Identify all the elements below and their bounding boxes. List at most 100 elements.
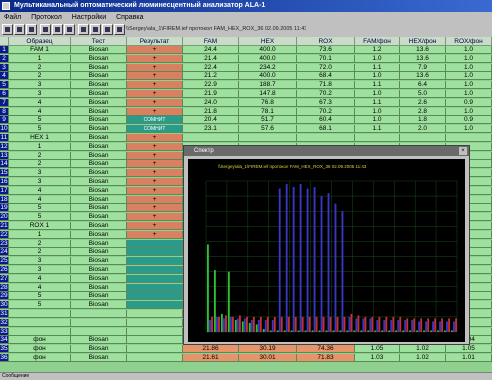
table-cell[interactable] bbox=[71, 327, 127, 336]
table-cell[interactable]: 1.02 bbox=[400, 354, 446, 362]
table-cell[interactable]: 2 bbox=[9, 72, 71, 81]
table-cell[interactable]: 20 bbox=[0, 213, 9, 222]
table-cell[interactable]: 21 bbox=[0, 222, 9, 230]
table-cell[interactable]: 1.0 bbox=[355, 116, 400, 125]
table-cell[interactable]: 17 bbox=[0, 186, 9, 195]
table-cell[interactable]: 400.0 bbox=[239, 46, 297, 54]
table-cell[interactable] bbox=[127, 239, 183, 248]
table-cell[interactable]: 1.0 bbox=[446, 107, 492, 116]
table-cell[interactable]: + bbox=[127, 98, 183, 107]
table-cell[interactable]: 4 bbox=[0, 72, 9, 81]
table-cell[interactable]: 74.36 bbox=[297, 345, 355, 354]
table-cell[interactable]: 22.9 bbox=[183, 81, 239, 90]
table-cell[interactable]: Biosan bbox=[71, 54, 127, 63]
table-cell[interactable]: + bbox=[127, 107, 183, 116]
table-cell[interactable]: + bbox=[127, 72, 183, 81]
table-cell[interactable]: 1.05 bbox=[355, 345, 400, 354]
table-cell[interactable]: 6.4 bbox=[400, 81, 446, 90]
table-cell[interactable]: Biosan bbox=[71, 90, 127, 98]
table-cell[interactable] bbox=[71, 310, 127, 318]
table-cell[interactable]: 11 bbox=[0, 134, 9, 142]
table-cell[interactable]: 30.01 bbox=[239, 354, 297, 362]
table-cell[interactable]: Biosan bbox=[71, 142, 127, 151]
table-cell[interactable]: Biosan bbox=[71, 301, 127, 310]
table-cell[interactable]: 5 bbox=[9, 204, 71, 213]
table-cell[interactable]: 21.9 bbox=[183, 90, 239, 98]
table-cell[interactable]: FAM 1 bbox=[9, 46, 71, 54]
table-cell[interactable] bbox=[127, 257, 183, 266]
table-cell[interactable] bbox=[127, 301, 183, 310]
table-cell[interactable]: Biosan bbox=[71, 274, 127, 283]
table-cell[interactable]: Biosan bbox=[71, 178, 127, 186]
menu-protocol[interactable]: Протокол bbox=[27, 12, 66, 23]
table-cell[interactable]: 35 bbox=[0, 345, 9, 354]
table-cell[interactable]: СОМНИТ bbox=[127, 125, 183, 134]
table-cell[interactable]: 2 bbox=[9, 160, 71, 169]
table-cell[interactable] bbox=[127, 336, 183, 345]
table-cell[interactable]: 1.2 bbox=[355, 46, 400, 54]
table-cell[interactable]: 20.4 bbox=[183, 116, 239, 125]
table-cell[interactable] bbox=[127, 292, 183, 301]
table-cell[interactable]: 2.0 bbox=[400, 125, 446, 134]
table-cell[interactable]: Biosan bbox=[71, 354, 127, 362]
column-header[interactable]: ROX bbox=[297, 37, 355, 46]
table-cell[interactable]: 22 bbox=[0, 230, 9, 239]
table-cell[interactable]: Biosan bbox=[71, 169, 127, 178]
table-cell[interactable]: 234.2 bbox=[239, 63, 297, 72]
table-cell[interactable]: Biosan bbox=[71, 98, 127, 107]
table-cell[interactable]: Biosan bbox=[71, 195, 127, 204]
table-cell[interactable]: 7.9 bbox=[400, 63, 446, 72]
table-cell[interactable]: 26 bbox=[0, 266, 9, 274]
table-cell[interactable]: Biosan bbox=[71, 257, 127, 266]
table-cell[interactable]: 32 bbox=[0, 318, 9, 327]
column-header[interactable]: FAM bbox=[183, 37, 239, 46]
table-cell[interactable]: 3 bbox=[9, 257, 71, 266]
table-cell[interactable] bbox=[400, 134, 446, 142]
table-cell[interactable] bbox=[127, 266, 183, 274]
table-cell[interactable]: 21.86 bbox=[183, 345, 239, 354]
table-cell[interactable]: 147.8 bbox=[239, 90, 297, 98]
table-cell[interactable]: 19 bbox=[0, 204, 9, 213]
table-cell[interactable]: 24.0 bbox=[183, 98, 239, 107]
table-cell[interactable]: Biosan bbox=[71, 222, 127, 230]
open-icon[interactable] bbox=[2, 24, 13, 35]
table-cell[interactable]: 2 bbox=[9, 248, 71, 257]
table-cell[interactable]: 5 bbox=[9, 213, 71, 222]
table-cell[interactable]: 3 bbox=[9, 90, 71, 98]
table-cell[interactable]: 1.0 bbox=[446, 125, 492, 134]
table-cell[interactable]: 70.2 bbox=[297, 90, 355, 98]
table-cell[interactable]: 2 bbox=[0, 54, 9, 63]
table-cell[interactable] bbox=[183, 134, 239, 142]
table-cell[interactable]: 1.8 bbox=[400, 116, 446, 125]
table-cell[interactable]: + bbox=[127, 151, 183, 160]
table-cell[interactable]: 5 bbox=[9, 292, 71, 301]
close-icon[interactable]: × bbox=[459, 147, 467, 155]
table-cell[interactable]: 30 bbox=[0, 301, 9, 310]
table-cell[interactable]: 1.1 bbox=[355, 63, 400, 72]
table-cell[interactable]: 1 bbox=[9, 142, 71, 151]
column-header[interactable]: Образец bbox=[9, 37, 71, 46]
table-cell[interactable]: 13 bbox=[0, 151, 9, 160]
table-cell[interactable]: 21.2 bbox=[183, 72, 239, 81]
table-cell[interactable] bbox=[446, 134, 492, 142]
table-cell[interactable]: Biosan bbox=[71, 239, 127, 248]
table-cell[interactable]: Biosan bbox=[71, 125, 127, 134]
table-cell[interactable]: 1.0 bbox=[446, 46, 492, 54]
table-cell[interactable]: 70.2 bbox=[297, 107, 355, 116]
table-cell[interactable] bbox=[127, 345, 183, 354]
play-icon[interactable] bbox=[40, 24, 51, 35]
table-cell[interactable]: 67.3 bbox=[297, 98, 355, 107]
table-cell[interactable]: + bbox=[127, 222, 183, 230]
table-cell[interactable]: 21.61 bbox=[183, 354, 239, 362]
table-cell[interactable]: фон bbox=[9, 336, 71, 345]
table-cell[interactable] bbox=[9, 310, 71, 318]
table-cell[interactable]: 400.0 bbox=[239, 54, 297, 63]
table-cell[interactable]: 22.4 bbox=[183, 63, 239, 72]
table-cell[interactable]: Biosan bbox=[71, 160, 127, 169]
table-cell[interactable]: Biosan bbox=[71, 72, 127, 81]
table-cell[interactable]: 1.05 bbox=[446, 345, 492, 354]
table-cell[interactable]: 68.1 bbox=[297, 125, 355, 134]
table-cell[interactable]: 1.0 bbox=[446, 54, 492, 63]
table-cell[interactable]: 76.8 bbox=[239, 98, 297, 107]
table-cell[interactable]: 2.6 bbox=[400, 98, 446, 107]
